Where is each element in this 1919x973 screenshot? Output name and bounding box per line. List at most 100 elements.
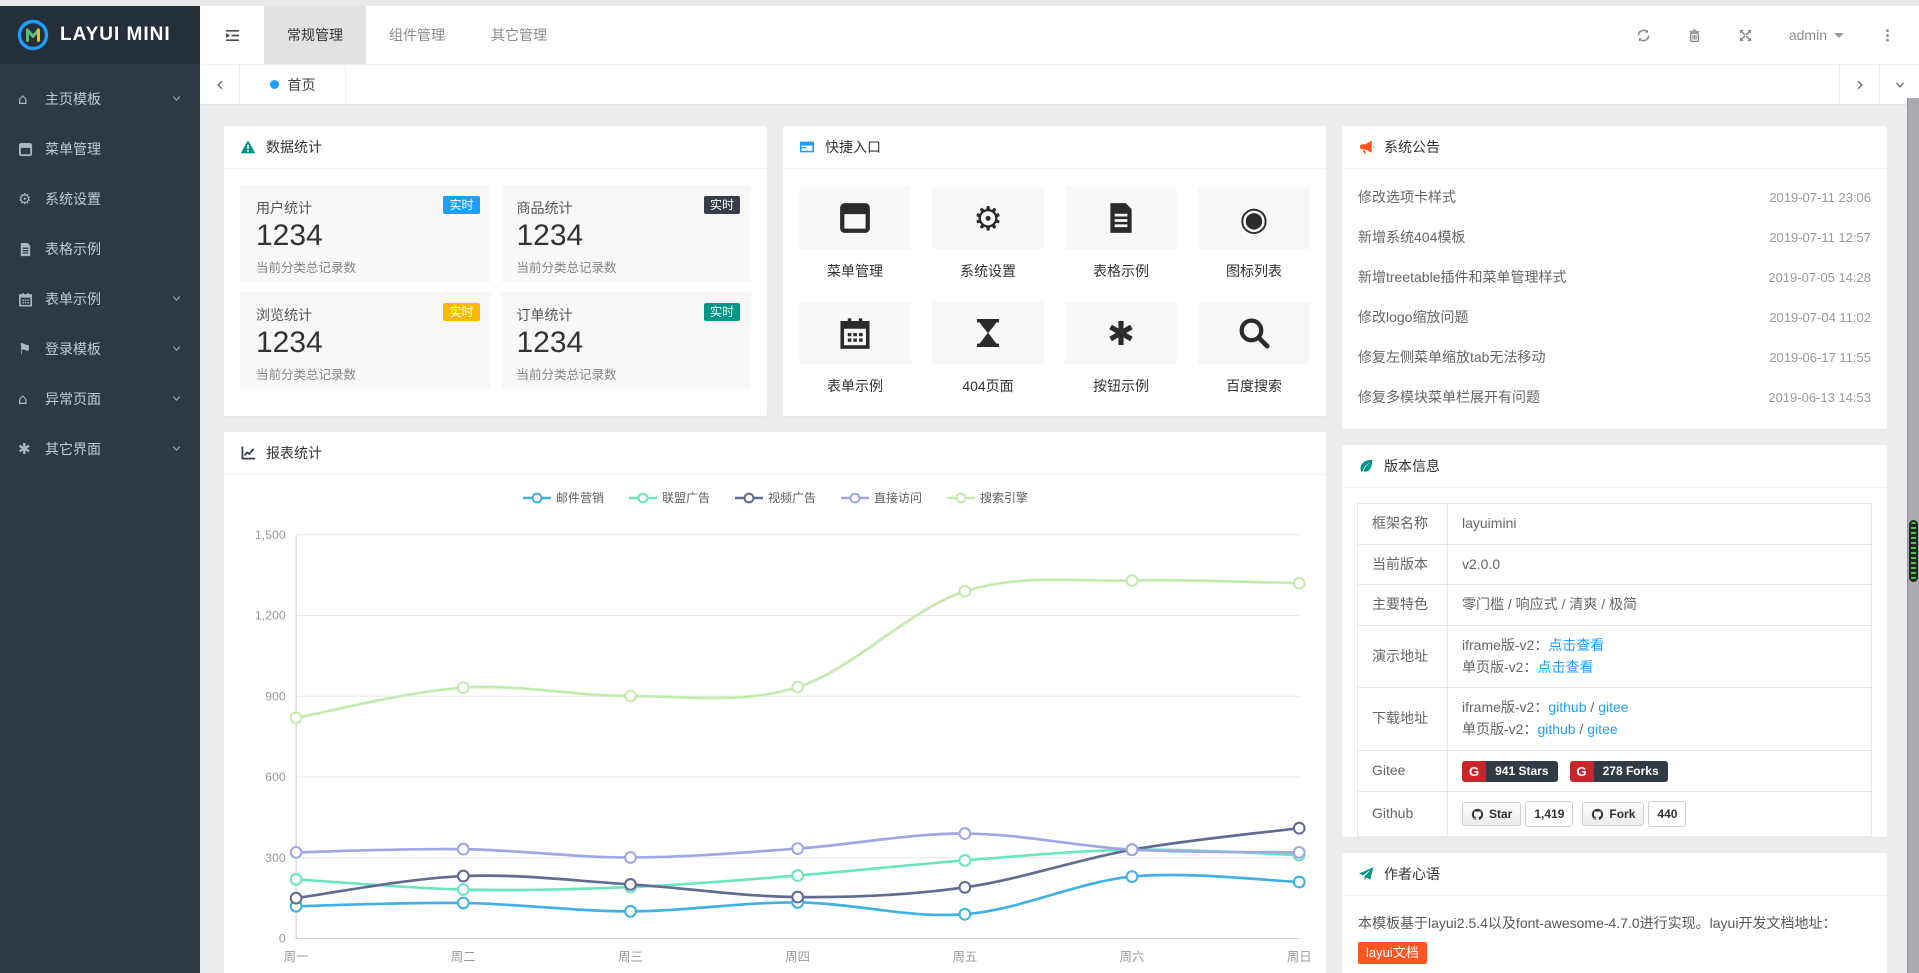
flag-icon: ⚑ bbox=[18, 340, 31, 358]
gitee-badge-text: 278 Forks bbox=[1594, 761, 1668, 782]
gitee-badge-text: 941 Stars bbox=[1486, 761, 1557, 782]
notice-list: 修改选项卡样式2019-07-11 23:06新增系统404模板2019-07-… bbox=[1342, 169, 1887, 429]
calendar-icon bbox=[18, 292, 33, 307]
legend-label: 视频广告 bbox=[768, 489, 816, 506]
quick-entry-1[interactable]: 菜单管理 bbox=[799, 187, 911, 281]
link[interactable]: 点击查看 bbox=[1537, 659, 1593, 675]
card-icon bbox=[799, 139, 815, 155]
user-dropdown[interactable]: admin bbox=[1789, 27, 1844, 43]
notice-item-6[interactable]: 修复多模块菜单栏展开有问题2019-06-13 14:53 bbox=[1342, 377, 1887, 417]
version-row-label: 当前版本 bbox=[1358, 544, 1448, 585]
header-tab-1[interactable]: 常规管理 bbox=[264, 6, 366, 64]
notice-item-3[interactable]: 新增treetable插件和菜单管理样式2019-07-05 14:28 bbox=[1342, 257, 1887, 297]
home-icon: ⌂ bbox=[18, 390, 28, 408]
sidebar-item-label: 其它界面 bbox=[45, 439, 101, 459]
quick-entry-2[interactable]: ⚙系统设置 bbox=[932, 187, 1044, 281]
quick-entry-label: 系统设置 bbox=[932, 261, 1044, 281]
sidebar-item-7[interactable]: ⌂ 异常页面 bbox=[0, 374, 200, 424]
legend-item[interactable]: 搜索引擎 bbox=[946, 489, 1028, 506]
link-line: 单页版-v2：点击查看 bbox=[1462, 657, 1857, 679]
legend-item[interactable]: 直接访问 bbox=[840, 489, 922, 506]
link[interactable]: github bbox=[1548, 699, 1586, 715]
sidebar-item-4[interactable]: 表格示例 bbox=[0, 224, 200, 274]
notice-item-5[interactable]: 修复左侧菜单缩放tab无法移动2019-06-17 11:55 bbox=[1342, 337, 1887, 377]
notice-item-2[interactable]: 新增系统404模板2019-07-11 12:57 bbox=[1342, 217, 1887, 257]
quick-entry-5[interactable]: 表单示例 bbox=[799, 302, 911, 396]
panel-title: 报表统计 bbox=[266, 443, 322, 463]
refresh-button[interactable] bbox=[1636, 28, 1651, 43]
stat-cards: 用户统计实时1234当前分类总记录数商品统计实时1234当前分类总记录数浏览统计… bbox=[224, 169, 767, 405]
panel-notice-header: 系统公告 bbox=[1342, 126, 1887, 169]
link[interactable]: 点击查看 bbox=[1548, 637, 1604, 653]
panel-quick-entry-header: 快捷入口 bbox=[783, 126, 1326, 169]
sidebar-item-2[interactable]: 菜单管理 bbox=[0, 124, 200, 174]
version-row-value: iframe版-v2：点击查看单页版-v2：点击查看 bbox=[1448, 626, 1872, 688]
window-icon bbox=[18, 142, 33, 157]
quick-entry-7[interactable]: ✱按钮示例 bbox=[1065, 302, 1177, 396]
header-tab-2[interactable]: 组件管理 bbox=[366, 6, 468, 64]
github-button[interactable]: Star bbox=[1462, 802, 1521, 827]
link[interactable]: gitee bbox=[1587, 721, 1617, 737]
fullscreen-button[interactable] bbox=[1738, 28, 1753, 43]
more-menu-button[interactable] bbox=[1880, 28, 1895, 43]
panel-title: 系统公告 bbox=[1384, 137, 1440, 157]
sidebar-item-6[interactable]: ⚑登录模板 bbox=[0, 324, 200, 374]
chevron-down-icon bbox=[1894, 79, 1906, 91]
github-button[interactable]: Fork bbox=[1582, 802, 1644, 827]
sidebar-item-5[interactable]: 表单示例 bbox=[0, 274, 200, 324]
notice-item-1[interactable]: 修改选项卡样式2019-07-11 23:06 bbox=[1342, 177, 1887, 217]
sidebar-item-1[interactable]: ⌂主页模板 bbox=[0, 74, 200, 124]
version-table-body: 框架名称layuimini当前版本v2.0.0主要特色零门槛 / 响应式 / 清… bbox=[1358, 504, 1872, 837]
legend-label: 邮件营销 bbox=[556, 489, 604, 506]
quick-entry-6[interactable]: 404页面 bbox=[932, 302, 1044, 396]
quick-entry-8[interactable]: 百度搜索 bbox=[1198, 302, 1310, 396]
header-tab-3[interactable]: 其它管理 bbox=[468, 6, 570, 64]
link[interactable]: gitee bbox=[1598, 699, 1628, 715]
notice-text: 新增系统404模板 bbox=[1358, 227, 1465, 247]
sidebar-item-label: 异常页面 bbox=[45, 389, 101, 409]
page-content: 数据统计 用户统计实时1234当前分类总记录数商品统计实时1234当前分类总记录… bbox=[200, 104, 1919, 973]
logo[interactable]: LAYUI MINI bbox=[0, 6, 200, 64]
svg-text:周二: 周二 bbox=[451, 950, 476, 964]
tab-scroll-left-button[interactable] bbox=[200, 65, 240, 104]
layui-doc-badge[interactable]: layui文档 bbox=[1358, 942, 1427, 964]
chevron-down-icon bbox=[171, 391, 182, 407]
sidebar-item-8[interactable]: ✱其它界面 bbox=[0, 424, 200, 474]
stat-card-label: 用户统计 bbox=[256, 198, 475, 218]
legend-item[interactable]: 视频广告 bbox=[734, 489, 816, 506]
stat-card-2[interactable]: 商品统计实时1234当前分类总记录数 bbox=[501, 185, 752, 282]
legend-label: 直接访问 bbox=[874, 489, 922, 506]
clear-cache-button[interactable] bbox=[1687, 28, 1702, 43]
sidebar-item-3[interactable]: ⚙系统设置 bbox=[0, 174, 200, 224]
chevron-down-icon bbox=[171, 341, 182, 357]
stat-card-4[interactable]: 订单统计实时1234当前分类总记录数 bbox=[501, 292, 752, 389]
left-column: 数据统计 用户统计实时1234当前分类总记录数商品统计实时1234当前分类总记录… bbox=[224, 126, 1326, 973]
tab-scroll-right-button[interactable] bbox=[1839, 65, 1879, 104]
stat-card-desc: 当前分类总记录数 bbox=[256, 257, 475, 276]
tab-home[interactable]: 首页 bbox=[240, 65, 346, 104]
stat-card-value: 1234 bbox=[256, 326, 475, 361]
trash-icon bbox=[1687, 28, 1702, 43]
quick-entry-label: 表单示例 bbox=[799, 376, 911, 396]
gitee-badge[interactable]: G941 Stars bbox=[1462, 761, 1558, 782]
chevron-left-icon bbox=[214, 79, 226, 91]
username: admin bbox=[1789, 27, 1827, 43]
stat-card-3[interactable]: 浏览统计实时1234当前分类总记录数 bbox=[240, 292, 491, 389]
link[interactable]: github bbox=[1537, 721, 1575, 737]
stat-card-desc: 当前分类总记录数 bbox=[517, 257, 736, 276]
quick-entry-4[interactable]: ◉图标列表 bbox=[1198, 187, 1310, 281]
chart-legend: 邮件营销 联盟广告 视频广告 直接访问 搜索引擎 bbox=[224, 489, 1326, 506]
version-row-7: GithubStar1,419Fork440 bbox=[1358, 791, 1872, 837]
version-row-6: GiteeG941 StarsG278 Forks bbox=[1358, 750, 1872, 791]
notice-text: 修复左侧菜单缩放tab无法移动 bbox=[1358, 347, 1545, 367]
scrollbar-thumb[interactable] bbox=[1909, 520, 1918, 582]
gitee-badge[interactable]: G278 Forks bbox=[1570, 761, 1668, 782]
notice-item-4[interactable]: 修改logo缩放问题2019-07-04 11:02 bbox=[1342, 297, 1887, 337]
legend-item[interactable]: 联盟广告 bbox=[628, 489, 710, 506]
sidebar-collapse-button[interactable] bbox=[200, 6, 264, 64]
window-scrollbar[interactable] bbox=[1907, 98, 1919, 973]
legend-item[interactable]: 邮件营销 bbox=[522, 489, 604, 506]
stat-card-1[interactable]: 用户统计实时1234当前分类总记录数 bbox=[240, 185, 491, 282]
quick-entry-3[interactable]: 表格示例 bbox=[1065, 187, 1177, 281]
github-count: 1,419 bbox=[1525, 801, 1573, 828]
